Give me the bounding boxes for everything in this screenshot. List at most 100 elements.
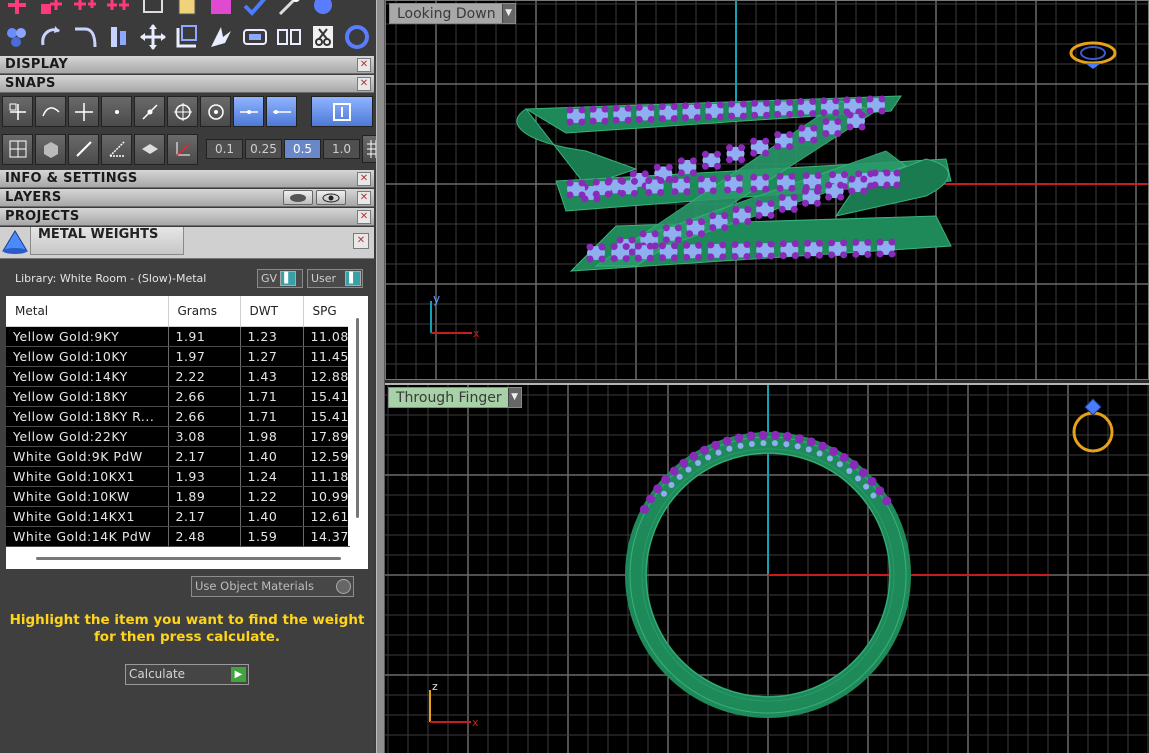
viewport-through-finger[interactable]: z x Through Finger ▼	[385, 383, 1149, 753]
paint-icon[interactable]	[206, 0, 236, 20]
table-row[interactable]: Yellow Gold:18KY 2.66 1.71 15.41	[6, 386, 350, 407]
close-icon[interactable]: ✕	[357, 172, 371, 186]
metal-weights-header[interactable]: METAL WEIGHTS ✕	[0, 227, 374, 259]
eye-icon[interactable]	[316, 190, 346, 205]
close-icon[interactable]: ✕	[357, 58, 371, 72]
snap-midpoint-icon[interactable]	[134, 96, 165, 127]
torus-icon[interactable]	[342, 22, 372, 52]
scrollbar-thumb[interactable]	[356, 318, 359, 518]
top-view-scene: y x	[386, 1, 1148, 379]
chevron-down-icon[interactable]: ▼	[501, 4, 515, 23]
info-settings-section-header[interactable]: INFO & SETTINGS ✕	[0, 170, 374, 188]
plane-snap-icon[interactable]	[134, 133, 165, 165]
close-icon[interactable]: ✕	[357, 210, 371, 224]
curve-icon[interactable]	[70, 22, 100, 52]
cell-metal: Yellow Gold:18KY	[6, 386, 169, 407]
close-icon[interactable]: ✕	[357, 191, 371, 205]
viewport-label-looking-down[interactable]: Looking Down ▼	[389, 3, 516, 24]
ungroup-icon[interactable]	[274, 22, 304, 52]
spheres-icon[interactable]	[2, 22, 32, 52]
add-segment-icon[interactable]	[36, 0, 66, 20]
view-ring-icon[interactable]	[1069, 41, 1117, 69]
cell-grams: 2.66	[168, 386, 241, 407]
line-snap-icon[interactable]	[68, 133, 99, 165]
layer-visibility-toggle[interactable]	[283, 190, 313, 205]
cell-spg: 12.88	[303, 366, 350, 387]
table-row[interactable]: White Gold:10KW 1.89 1.22 10.99	[6, 486, 350, 507]
chevron-down-icon[interactable]: ▼	[507, 388, 521, 407]
user-toggle[interactable]: User ▌	[307, 269, 363, 288]
check-icon[interactable]	[240, 0, 270, 20]
viewport-looking-down[interactable]: y x Looking Down ▼	[385, 0, 1149, 380]
scale-icon[interactable]	[172, 22, 202, 52]
viewport-label-through-finger[interactable]: Through Finger ▼	[388, 387, 522, 408]
use-object-materials-checkbox[interactable]: Use Object Materials	[191, 576, 354, 597]
add-multi-icon[interactable]	[104, 0, 134, 20]
close-icon[interactable]: ✕	[353, 233, 369, 249]
metal-weights-table: Metal Grams DWT SPG Yellow Gold:9KY 1.91 1…	[6, 296, 368, 569]
close-icon[interactable]: ✕	[357, 77, 371, 91]
snap-value-0-1[interactable]: 0.1	[206, 139, 243, 159]
grid-snap-icon[interactable]	[2, 133, 33, 165]
table-row[interactable]: Yellow Gold:14KY 2.22 1.43 12.88	[6, 366, 350, 387]
calculate-button[interactable]: Calculate ▶	[125, 664, 249, 685]
table-row[interactable]: Yellow Gold:9KY 1.91 1.23 11.08	[6, 326, 350, 347]
snap-master-toggle[interactable]	[311, 96, 373, 127]
snap-point-icon[interactable]	[101, 96, 132, 127]
transform-icon[interactable]	[138, 0, 168, 20]
snap-value-1-0[interactable]: 1.0	[323, 139, 360, 159]
grid-settings-icon[interactable]	[362, 135, 376, 163]
move-icon[interactable]	[138, 22, 168, 52]
snap-line-icon[interactable]	[233, 96, 264, 127]
align-icon[interactable]	[104, 22, 134, 52]
rotate-icon[interactable]	[36, 22, 66, 52]
axis-snap-icon[interactable]	[167, 133, 198, 165]
group-icon[interactable]	[240, 22, 270, 52]
view-ring-icon[interactable]	[1072, 398, 1114, 453]
panel-splitter[interactable]	[376, 0, 385, 753]
snap-circle-icon[interactable]	[200, 96, 231, 127]
document-icon[interactable]	[172, 0, 202, 20]
snap-value-0-5[interactable]: 0.5	[284, 139, 321, 159]
table-row[interactable]: Yellow Gold:10KY 1.97 1.27 11.45	[6, 346, 350, 367]
scrollbar-thumb[interactable]	[36, 557, 341, 560]
snap-grid-icon[interactable]	[2, 96, 33, 127]
shatter-icon[interactable]	[206, 22, 236, 52]
table-row[interactable]: White Gold:14K PdW 2.48 1.59 14.37	[6, 526, 350, 547]
column-header-metal[interactable]: Metal	[6, 296, 169, 327]
table-row[interactable]: White Gold:14KX1 2.17 1.40 12.61	[6, 506, 350, 527]
object-snap-icon[interactable]	[35, 133, 66, 165]
cell-dwt: 1.71	[240, 406, 304, 427]
snap-cross-icon[interactable]	[68, 96, 99, 127]
snap-curve-icon[interactable]	[35, 96, 66, 127]
wand-icon[interactable]	[274, 0, 304, 20]
table-vertical-scrollbar[interactable]	[348, 296, 368, 546]
layers-section-header[interactable]: LAYERS ✕	[0, 189, 374, 207]
render-icon[interactable]	[308, 0, 338, 20]
table-row[interactable]: White Gold:9K PdW 2.17 1.40 12.59	[6, 446, 350, 467]
snap-center-icon[interactable]	[167, 96, 198, 127]
snaps-section-header[interactable]: SNAPS ✕	[0, 75, 374, 93]
snap-value-0-25[interactable]: 0.25	[245, 139, 282, 159]
cut-icon[interactable]	[308, 22, 338, 52]
toolbar-row-2	[0, 20, 372, 54]
toggle-switch-icon: ▌	[280, 271, 297, 286]
checkbox-icon[interactable]	[336, 579, 351, 594]
display-section-header[interactable]: DISPLAY ✕	[0, 56, 374, 74]
angle-snap-icon[interactable]	[101, 133, 132, 165]
table-row[interactable]: Yellow Gold:22KY 3.08 1.98 17.89	[6, 426, 350, 447]
column-header-dwt[interactable]: DWT	[240, 296, 304, 327]
add-point-icon[interactable]	[2, 0, 32, 20]
table-horizontal-scrollbar[interactable]	[6, 547, 368, 569]
column-header-grams[interactable]: Grams	[168, 296, 241, 327]
column-header-spg[interactable]: SPG	[303, 296, 350, 327]
snap-end-icon[interactable]	[266, 96, 297, 127]
table-row[interactable]: Yellow Gold:18KY R... 2.66 1.71 15.41	[6, 406, 350, 427]
cell-metal: Yellow Gold:18KY R...	[6, 406, 169, 427]
toggle-switch-icon: ▌	[345, 271, 361, 286]
projects-section-header[interactable]: PROJECTS ✕	[0, 208, 374, 226]
table-row[interactable]: White Gold:10KX1 1.93 1.24 11.18	[6, 466, 350, 487]
play-icon: ▶	[231, 667, 246, 682]
add-node-icon[interactable]	[70, 0, 100, 20]
gv-toggle[interactable]: GV ▌	[257, 269, 303, 288]
